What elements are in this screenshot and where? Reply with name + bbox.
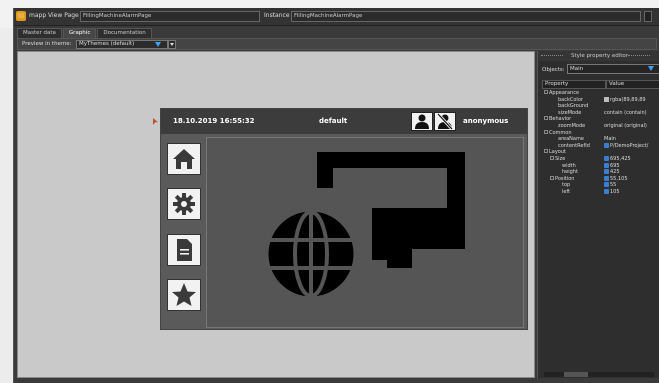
binding-icon (604, 175, 609, 181)
property-value-text: 695,425 (610, 156, 631, 162)
theme-preview-bar: Preview in theme: MyThemes (default) (17, 38, 657, 50)
expand-toggle-icon[interactable] (550, 175, 554, 180)
tab-bar: Master data Graphic Documentation (17, 28, 153, 38)
instance-label: Instance (264, 12, 290, 19)
web-monitor-icon (265, 152, 465, 300)
page-header: 18.10.2019 16:55:32 default anonymous (161, 109, 527, 134)
cursor-icon (153, 118, 158, 125)
user-logout-icon (436, 112, 454, 131)
property-name: Layout (549, 149, 566, 156)
binding-icon (604, 156, 609, 161)
star-icon (172, 283, 196, 306)
property-value-text: 695 (610, 162, 620, 169)
property-name: contentRefId (558, 142, 590, 149)
objects-select[interactable]: Main (567, 64, 659, 74)
header-bar: mapp View Page FillingMachineAlarmPage I… (14, 8, 659, 26)
property-name: backColor (558, 96, 583, 103)
theme-select[interactable]: MyThemes (default) (76, 40, 168, 49)
property-name: Common (549, 129, 572, 136)
pe-title-bar: Style property editor (538, 51, 659, 61)
theme-name: default (319, 117, 348, 125)
instance-field[interactable]: FillingMachineAlarmPage (291, 11, 641, 22)
style-property-editor: Style property editor Objects: Main Prop… (537, 51, 659, 378)
binding-icon (604, 182, 609, 188)
property-name: height (562, 169, 578, 176)
filter-icon (648, 66, 654, 71)
property-name: areaName (558, 136, 584, 143)
property-name: sizeMode (558, 109, 582, 116)
theme-select-value: MyThemes (default) (79, 41, 135, 47)
pe-title-grip-right (628, 55, 650, 56)
property-value-text: 425 (610, 169, 620, 176)
document-button[interactable] (167, 234, 201, 266)
expand-toggle-icon[interactable] (550, 156, 554, 160)
color-swatch (604, 96, 609, 102)
property-value-text: contain (contain) (604, 109, 647, 116)
pe-horizontal-scrollbar[interactable] (544, 372, 654, 377)
settings-button[interactable] (167, 188, 201, 220)
login-button[interactable] (411, 112, 433, 131)
property-name: Size (555, 156, 566, 162)
property-value[interactable]: original (original) (604, 123, 647, 130)
property-value-text: 105 (610, 189, 620, 195)
property-value-text: 55,105 (610, 175, 628, 182)
property-name: Appearance (549, 90, 580, 96)
tab-master-data[interactable]: Master data (17, 28, 62, 38)
property-value[interactable]: 105 (604, 189, 620, 196)
property-value-text: rgba(89,89,89 (610, 96, 646, 103)
user-icon (415, 114, 429, 129)
col-property[interactable]: Property (542, 80, 606, 89)
theme-dropdown-button[interactable] (168, 40, 176, 49)
filter-icon (155, 42, 161, 47)
page-preview[interactable]: 18.10.2019 16:55:32 default anonymous (160, 108, 528, 330)
pe-title-grip (541, 55, 563, 56)
property-value[interactable]: rgba(89,89,89 (604, 96, 646, 104)
app-window: mapp View Page FillingMachineAlarmPage I… (13, 8, 659, 383)
expand-toggle-icon[interactable] (544, 116, 548, 121)
view-label: mapp View Page (29, 12, 79, 19)
design-canvas[interactable]: 18.10.2019 16:55:32 default anonymous (17, 51, 535, 378)
property-name: left (562, 189, 571, 195)
expand-toggle-icon[interactable] (544, 149, 548, 154)
property-name: top (562, 182, 571, 189)
theme-preview-label: Preview in theme: (22, 41, 72, 47)
pe-title: Style property editor (570, 53, 629, 59)
property-value-text: original (original) (604, 123, 647, 129)
property-row[interactable]: left (562, 189, 570, 196)
gear-icon (173, 193, 195, 215)
datetime-display: 18.10.2019 16:55:32 (173, 117, 255, 125)
expand-toggle-icon[interactable] (544, 129, 548, 134)
objects-value: Main (570, 66, 584, 72)
favorites-button[interactable] (167, 279, 201, 311)
binding-icon (604, 162, 609, 168)
instance-browse-button[interactable] (644, 11, 652, 22)
pe-scroll-thumb[interactable] (564, 372, 588, 377)
property-value-text: P/DemoProject/ (610, 142, 649, 149)
expand-toggle-icon[interactable] (544, 90, 548, 94)
property-value-text: Main (604, 136, 616, 143)
property-value[interactable]: contain (contain) (604, 110, 647, 117)
binding-icon (604, 169, 609, 175)
content-area[interactable] (206, 137, 524, 328)
view-name-field[interactable]: FillingMachineAlarmPage (80, 11, 260, 22)
mapp-view-icon (16, 11, 26, 21)
property-value[interactable]: P/DemoProject/ (604, 142, 649, 150)
objects-label: Objects: (542, 67, 565, 73)
property-name: width (562, 162, 576, 169)
tab-documentation[interactable]: Documentation (97, 28, 152, 38)
property-value-text: 55 (610, 182, 617, 189)
property-name: zoomMode (558, 123, 586, 129)
binding-icon (604, 142, 609, 148)
property-name: Behavior (549, 116, 572, 123)
tab-graphic[interactable]: Graphic (62, 28, 97, 38)
home-icon (173, 149, 195, 169)
binding-icon (604, 189, 609, 194)
property-name: Position (555, 175, 575, 182)
current-user: anonymous (463, 117, 509, 125)
property-name: backGround (558, 103, 589, 110)
logout-button[interactable] (434, 112, 456, 131)
col-value[interactable]: Value (606, 80, 659, 89)
document-icon (177, 239, 192, 261)
home-button[interactable] (167, 143, 201, 175)
